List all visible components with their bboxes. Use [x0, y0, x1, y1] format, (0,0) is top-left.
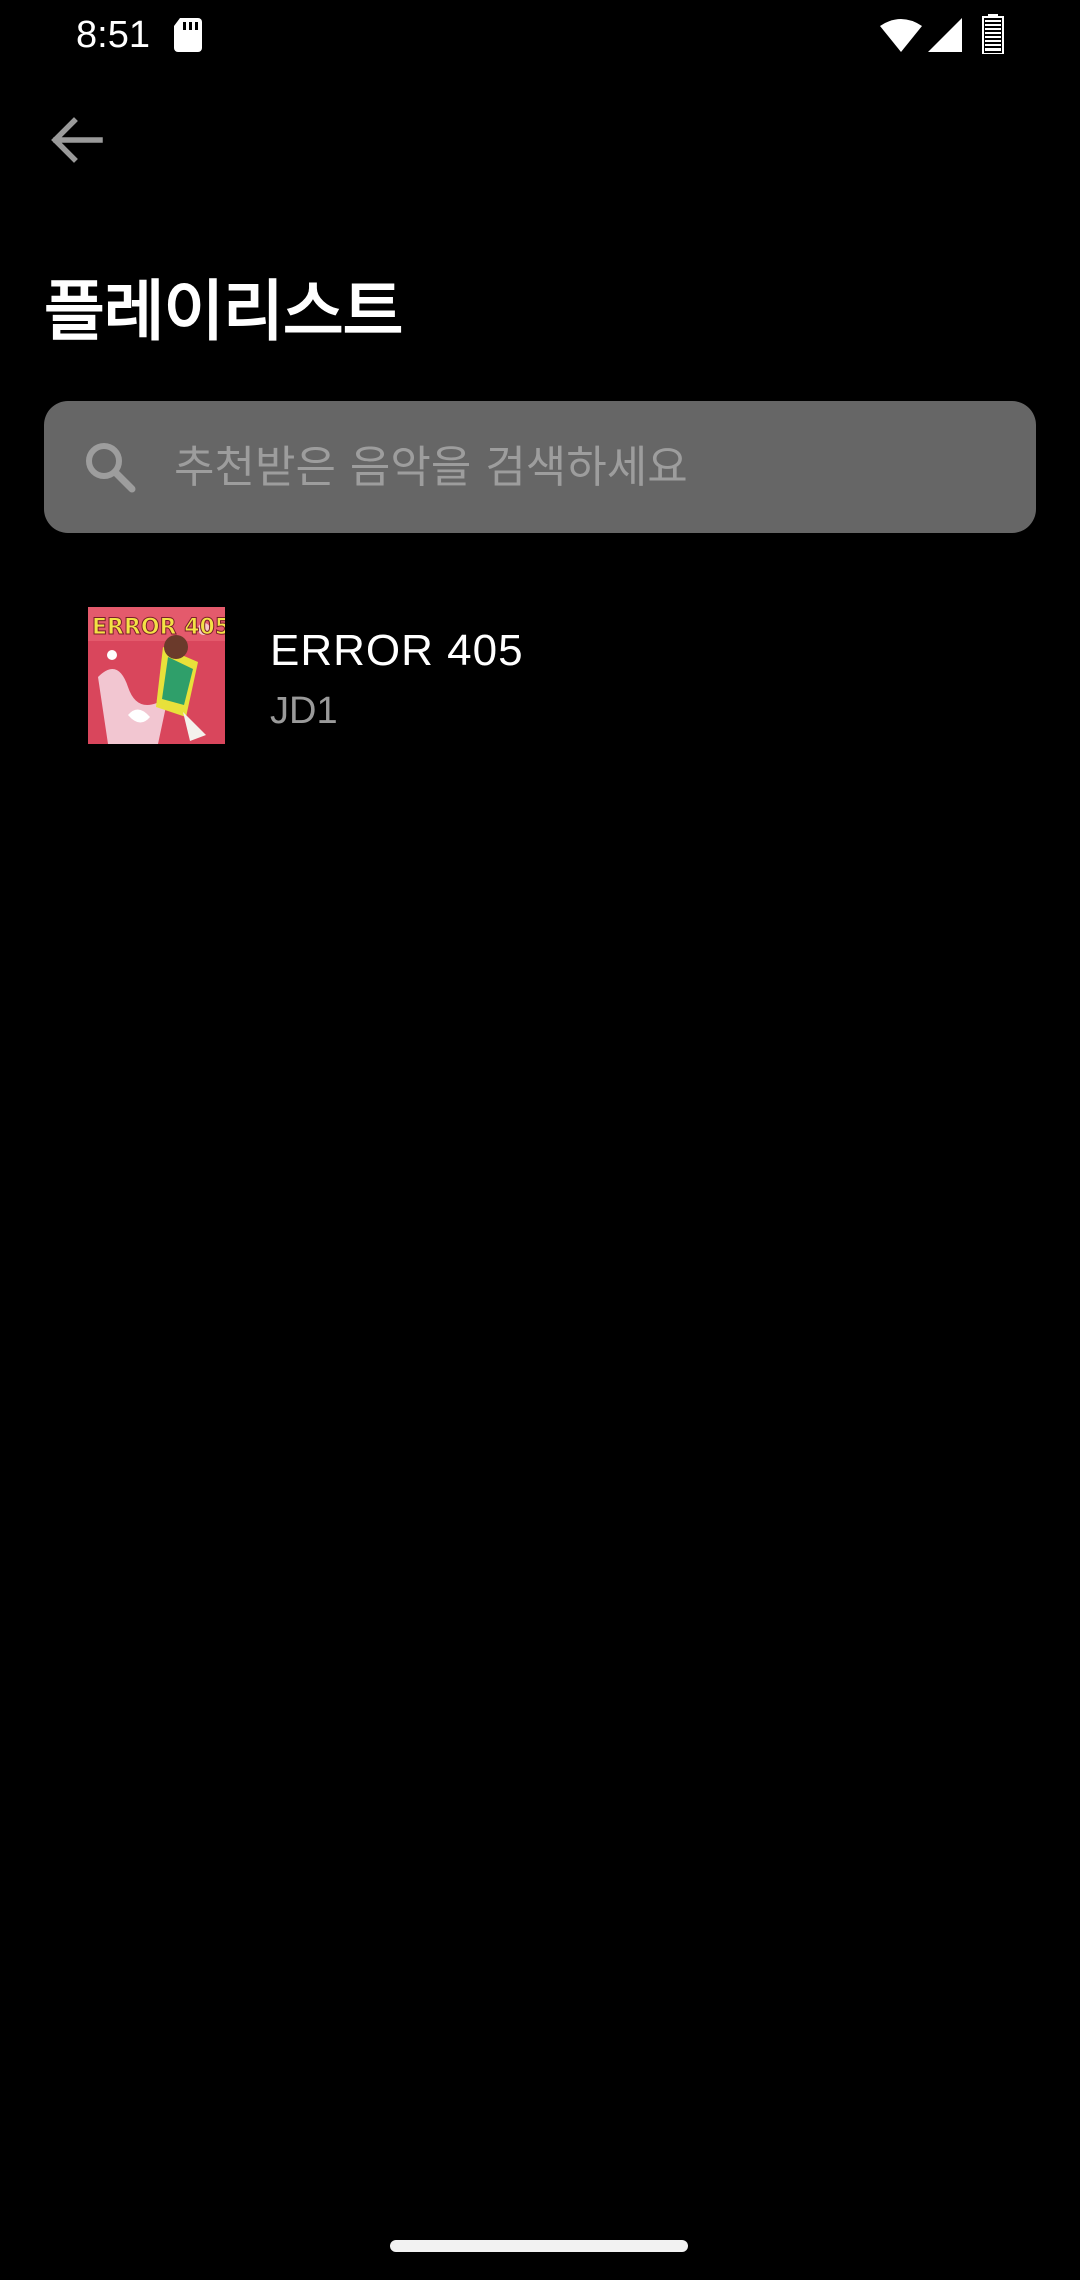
- search-icon: [86, 443, 136, 493]
- home-indicator[interactable]: [390, 2240, 688, 2252]
- svg-text:ERROR 405: ERROR 405: [92, 615, 225, 640]
- track-artist: JD1: [270, 690, 338, 732]
- wifi-icon: [880, 19, 922, 52]
- sd-card-icon: [174, 18, 202, 52]
- app-screen: 8:51 플레이리스트 추천받은 음악을 검색하세요 ERROR 405 ERR…: [0, 0, 1080, 2280]
- search-bar[interactable]: [44, 401, 1036, 533]
- status-time: 8:51: [76, 14, 150, 56]
- page-title: 플레이리스트: [44, 273, 403, 350]
- back-button[interactable]: [40, 104, 112, 176]
- cell-signal-icon: [928, 18, 962, 52]
- arrow-left-icon: [51, 117, 103, 163]
- track-title: ERROR 405: [270, 626, 524, 675]
- search-input[interactable]: [174, 401, 1010, 533]
- battery-icon: [982, 14, 1004, 54]
- playlist-item[interactable]: ERROR 405 ERROR 405 JD1: [0, 584, 1080, 768]
- status-bar: 8:51: [0, 0, 1080, 72]
- album-art: ERROR 405: [88, 607, 225, 744]
